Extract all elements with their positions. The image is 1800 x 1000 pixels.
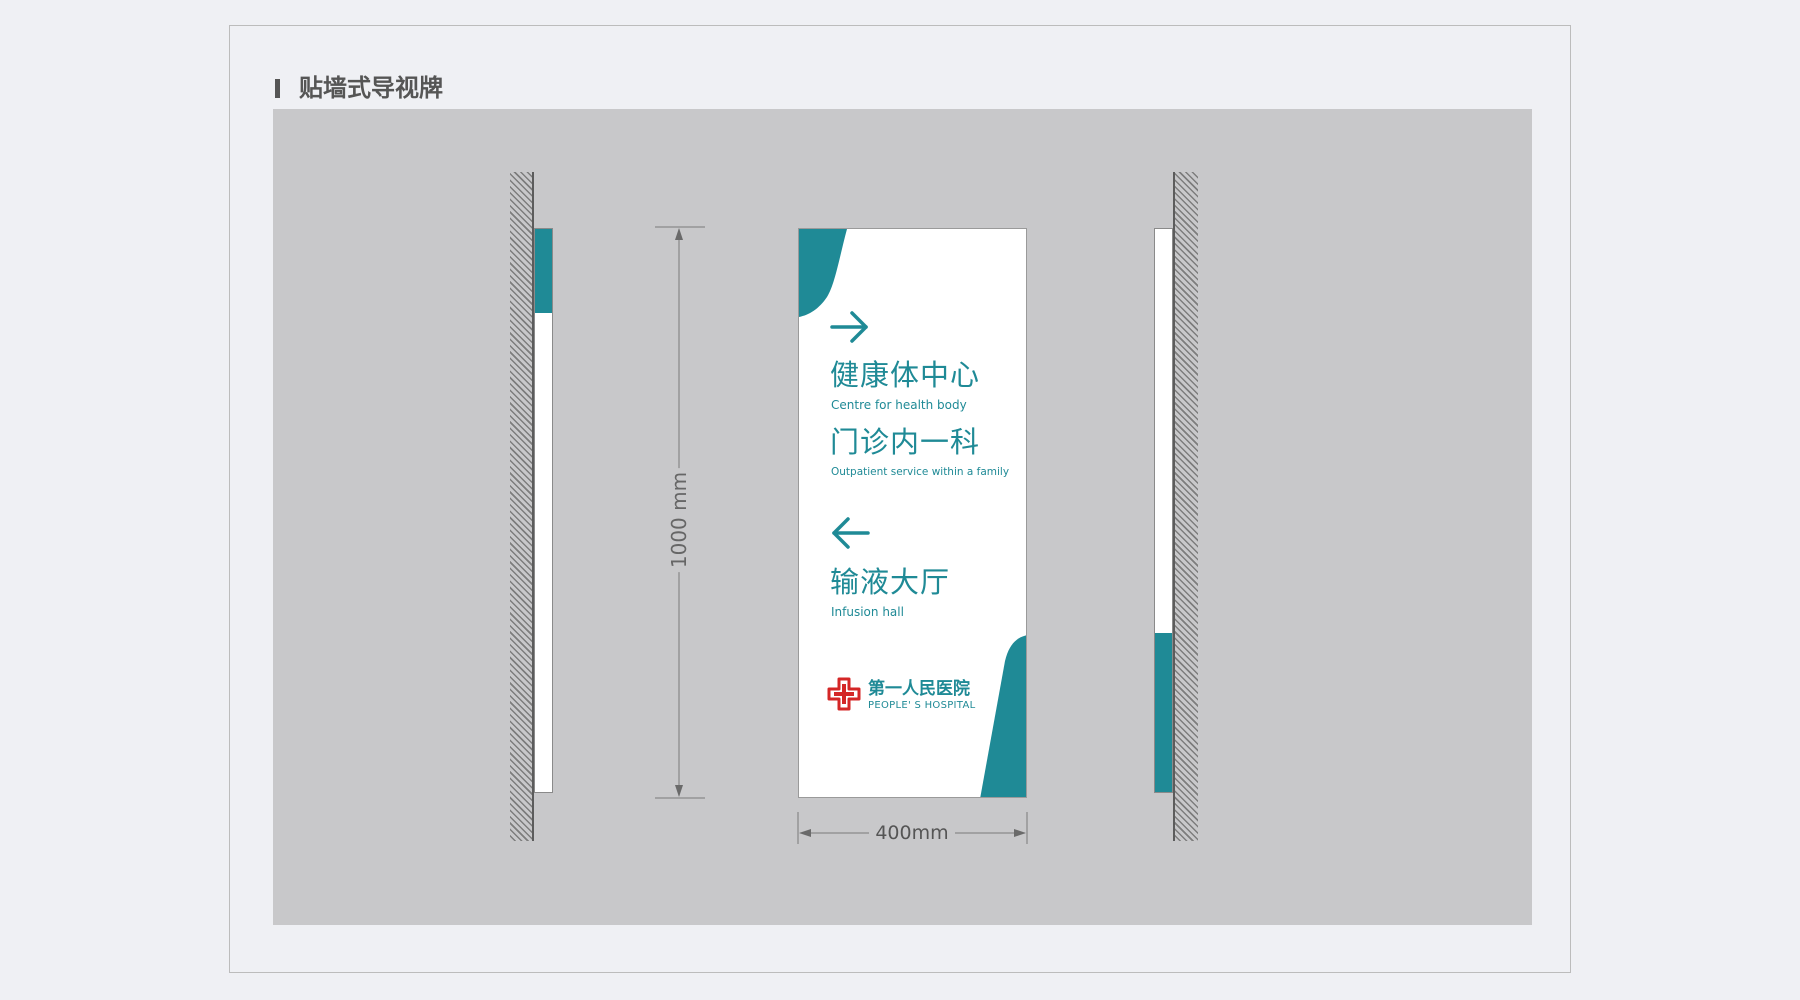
- width-dimension-label: 400mm: [869, 822, 955, 844]
- height-arrow-top: [675, 228, 683, 240]
- destination-outpatient-en: Outpatient service within a family: [831, 466, 1010, 478]
- destination-infusion-hall-en: Infusion hall: [831, 605, 904, 619]
- corner-shape-top-left: [799, 229, 847, 317]
- width-arrow-left: [799, 829, 811, 837]
- width-dimension: 400mm: [820, 819, 1004, 847]
- arrow-right-icon: [830, 311, 868, 343]
- arrow-left-icon: [832, 517, 870, 549]
- destination-infusion-hall-cn: 输液大厅: [830, 565, 951, 599]
- sign-front-view: 健康体中心 Centre for health body 门诊内一科 Outpa…: [798, 228, 1027, 798]
- design-sheet: 贴墙式导视牌 1000 mm 400mm 健康体中心 Centre for he…: [0, 0, 1800, 1000]
- height-dimension-label: 1000 mm: [667, 467, 691, 573]
- destination-health-centre-cn: 健康体中心: [830, 358, 981, 392]
- height-arrow-bottom: [675, 785, 683, 797]
- corner-shape-bottom-right: [980, 635, 1026, 797]
- destination-outpatient-cn: 门诊内一科: [830, 425, 981, 459]
- red-cross-icon: [827, 677, 861, 711]
- width-arrow-right: [1014, 829, 1026, 837]
- hospital-name-en: PEOPLE' S HOSPITAL: [868, 700, 976, 711]
- hospital-name-cn: 第一人民医院: [868, 679, 970, 699]
- destination-health-centre-en: Centre for health body: [831, 398, 967, 412]
